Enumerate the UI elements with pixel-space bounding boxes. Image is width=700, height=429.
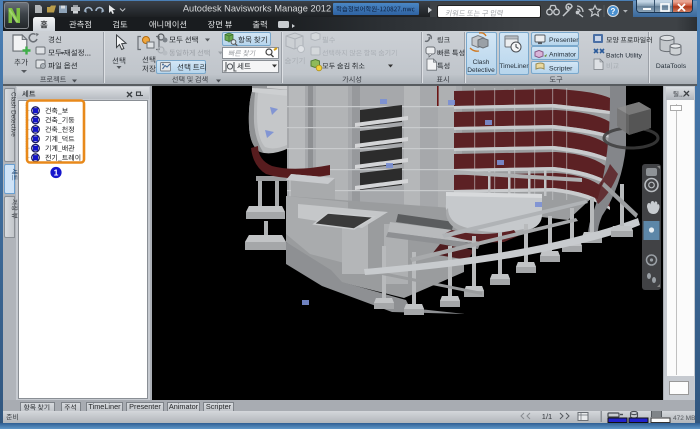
svg-text:1: 1 bbox=[54, 168, 59, 178]
svg-text:Presenter: Presenter bbox=[549, 37, 579, 44]
svg-text:Scripter: Scripter bbox=[549, 66, 573, 73]
svg-text:Autodesk Navisworks Manage 201: Autodesk Navisworks Manage 2012 bbox=[183, 4, 331, 14]
svg-text:Clash: Clash bbox=[473, 59, 490, 66]
svg-text:Animator: Animator bbox=[549, 52, 577, 59]
svg-text:Batch Utility: Batch Utility bbox=[606, 53, 642, 60]
svg-text:?: ? bbox=[611, 7, 616, 16]
svg-text:472 MB: 472 MB bbox=[673, 415, 695, 422]
svg-text:TimeLiner: TimeLiner bbox=[499, 63, 529, 70]
svg-text:Clash Detective: Clash Detective bbox=[10, 92, 17, 137]
svg-text:1/1: 1/1 bbox=[542, 412, 552, 421]
svg-text:Detective: Detective bbox=[467, 67, 495, 74]
svg-text:DataTools: DataTools bbox=[656, 63, 687, 70]
